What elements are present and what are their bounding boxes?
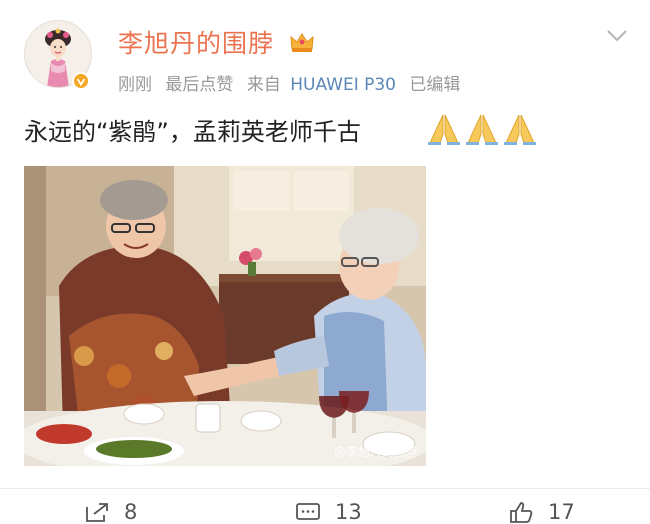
comment-icon [296,503,320,520]
comment-button[interactable]: 13 [295,500,362,524]
praying-hands-icon [428,114,460,145]
post-meta: 刚刚 最后点赞 来自 HUAWEI P30 已编辑 [118,70,468,95]
source-device-link[interactable]: HUAWEI P30 [290,75,396,95]
like-thumb-icon [510,502,533,523]
praying-hands-icon [466,114,498,145]
repost-count: 8 [124,500,138,524]
source-prefix: 来自 [246,75,281,95]
post-time: 刚刚 [118,75,152,95]
repost-icon [86,503,108,522]
chevron-down-icon[interactable] [606,28,628,44]
post-text: 永远的“紫鹃”，孟莉英老师千古 [24,118,361,146]
like-count: 17 [548,500,575,524]
image-watermark: @李旭丹的围脖 [333,445,418,459]
repost-button[interactable]: 8 [84,500,137,524]
comment-count: 13 [335,500,362,524]
verified-badge-icon [72,72,90,90]
member-crown-icon[interactable] [289,31,315,53]
username[interactable]: 李旭丹的围脖 [118,24,274,60]
post-image[interactable]: @李旭丹的围脖 [24,166,426,466]
last-like-label: 最后点赞 [165,75,234,95]
post-photo [24,166,426,466]
praying-hands-icon [504,114,536,145]
action-divider [0,488,650,489]
like-button[interactable]: 17 [508,500,575,524]
edited-label[interactable]: 已编辑 [409,75,460,95]
